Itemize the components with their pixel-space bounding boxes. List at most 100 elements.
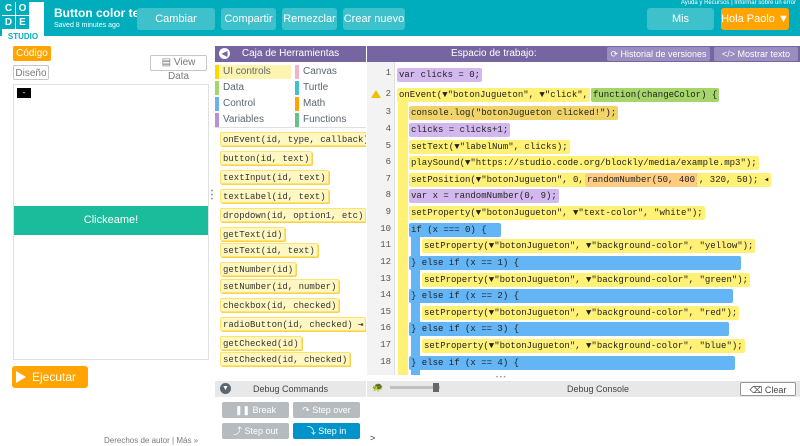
category-swatch xyxy=(295,81,299,95)
code-mode-toggle[interactable]: Código xyxy=(13,46,51,61)
block-checkbox[interactable]: checkbox(id, checked) xyxy=(220,298,340,312)
category-data[interactable]: Data xyxy=(215,81,291,95)
collapse-debug-icon[interactable]: ▼ xyxy=(220,383,231,394)
design-mode-toggle[interactable]: Diseño xyxy=(13,65,49,80)
boton-jugueton[interactable]: Clickeame! xyxy=(14,206,208,235)
code-line-6[interactable]: playSound(▼"https://studio.code.org/bloc… xyxy=(409,156,759,170)
block-getnumber[interactable]: getNumber(id) xyxy=(220,262,297,276)
line-number: 1 xyxy=(385,68,391,78)
show-text-button[interactable]: </> Mostrar texto xyxy=(714,47,798,61)
logo-letter-c: C xyxy=(2,2,15,15)
block-settext[interactable]: setText(id, text) xyxy=(220,243,318,257)
remix-button[interactable]: Remezclar xyxy=(282,8,337,30)
clear-console-button[interactable]: ⌫ Clear xyxy=(740,382,796,396)
step-out-button[interactable]: ⤴ Step out xyxy=(222,423,289,439)
onevent-block-bar xyxy=(398,98,408,375)
view-data-button[interactable]: ▤ View Data xyxy=(150,55,207,82)
category-ui-controls[interactable]: UI controls xyxy=(215,65,291,79)
code-line-7-random[interactable]: randomNumber(50, 400) xyxy=(585,173,703,187)
code-line-14-elseif[interactable]: } else if (x == 2) { xyxy=(409,289,733,303)
clear-label: Clear xyxy=(764,385,787,395)
code-line-7[interactable]: setPosition(▼"botonJugueton", 0, xyxy=(409,173,586,187)
workspace-header: Espacio de trabajo: ⟳ Historial de versi… xyxy=(367,46,800,62)
block-setnumber[interactable]: setNumber(id, number) xyxy=(220,279,340,293)
block-button[interactable]: button(id, text) xyxy=(220,151,313,165)
line-number: 17 xyxy=(380,340,391,350)
toolbox-title: Caja de Herramientas xyxy=(241,48,340,59)
code-line-2-onevent[interactable]: onEvent(▼"botonJugueton", ▼"click", xyxy=(397,88,591,102)
help-link[interactable]: Ayuda y Recursos | Informar sobre un err… xyxy=(681,0,796,6)
category-swatch xyxy=(215,65,219,79)
version-history-label: Historial de versiones xyxy=(620,49,707,59)
code-studio-logo[interactable]: C O D E STUDIO xyxy=(2,2,44,44)
category-variables[interactable]: Variables xyxy=(215,113,291,127)
block-onevent[interactable]: onEvent(id, type, callback) xyxy=(220,132,366,146)
code-line-13[interactable]: setProperty(▼"botonJugueton", ▼"backgrou… xyxy=(422,273,751,287)
database-icon: ▤ xyxy=(161,57,174,68)
code-line-9[interactable]: setProperty(▼"botonJugueton", ▼"text-col… xyxy=(409,206,705,220)
footer-links[interactable]: Derechos de autor | Más » xyxy=(104,436,198,445)
block-gettext[interactable]: getText(id) xyxy=(220,227,286,241)
category-label: Control xyxy=(223,98,256,109)
code-line-7-rest[interactable]: , 320, 50); ◂ xyxy=(697,173,772,187)
workspace-title: Espacio de trabajo: xyxy=(451,48,537,59)
code-line-10-if[interactable]: if (x === 0) { xyxy=(409,223,501,237)
category-label: Functions xyxy=(303,114,347,125)
block-radiobutton[interactable]: radioButton(id, checked) ⇥ xyxy=(220,317,366,331)
line-number: 18 xyxy=(380,357,391,367)
code-line-1[interactable]: var clicks = 0; xyxy=(397,68,483,82)
rename-button[interactable]: Cambiar nombre xyxy=(137,8,215,47)
break-button[interactable]: ❚❚ Break xyxy=(222,402,289,418)
step-in-label: Step in xyxy=(318,426,347,436)
category-math[interactable]: Math xyxy=(295,97,365,111)
block-dropdown[interactable]: dropdown(id, option1, etc) xyxy=(220,208,366,222)
run-button[interactable]: Ejecutar xyxy=(12,366,88,388)
logo-letter-e: E xyxy=(16,16,29,29)
code-line-3[interactable]: console.log("botonJugueton clicked!"); xyxy=(409,106,619,120)
line-number: 9 xyxy=(385,207,391,217)
category-canvas[interactable]: Canvas xyxy=(295,65,365,79)
code-line-2-function[interactable]: function(changeColor) { xyxy=(591,88,720,102)
line-number: 12 xyxy=(380,257,391,267)
category-functions[interactable]: Functions xyxy=(295,113,365,127)
console-prompt[interactable]: > xyxy=(370,433,375,443)
code-line-15[interactable]: setProperty(▼"botonJugueton", ▼"backgrou… xyxy=(422,306,740,320)
category-label: Turtle xyxy=(303,82,329,93)
app-preview-screen: - Clickeame! xyxy=(13,84,209,360)
my-projects-button[interactable]: Mis proyectos xyxy=(647,8,714,47)
category-swatch xyxy=(295,113,299,127)
saved-status: Saved 8 minutes ago xyxy=(54,22,120,29)
code-line-5[interactable]: setText(▼"labelNum", clicks); xyxy=(409,140,570,154)
category-control[interactable]: Control xyxy=(215,97,291,111)
line-number-gutter: 1 2 3 4 5 6 7 8 9 10 11 12 13 14 15 16 1… xyxy=(367,62,395,375)
share-button[interactable]: Compartir xyxy=(221,8,276,30)
line-number: 10 xyxy=(380,224,391,234)
code-line-18-elseif[interactable]: } else if (x == 4) { xyxy=(409,356,735,370)
block-getchecked[interactable]: getChecked(id) xyxy=(220,336,302,350)
code-line-12-elseif[interactable]: } else if (x == 1) { xyxy=(409,256,741,270)
category-label: UI controls xyxy=(223,66,271,77)
speed-slider-knob[interactable] xyxy=(433,383,439,392)
step-over-button[interactable]: ↷ Step over xyxy=(293,402,360,418)
collapse-toolbox-icon[interactable]: ◀ xyxy=(219,48,230,59)
create-new-button[interactable]: Crear nuevo xyxy=(343,8,405,30)
step-in-icon: ⤵ xyxy=(306,426,319,436)
code-line-17[interactable]: setProperty(▼"botonJugueton", ▼"backgrou… xyxy=(422,339,745,353)
code-editor[interactable]: 1 2 3 4 5 6 7 8 9 10 11 12 13 14 15 16 1… xyxy=(367,62,800,375)
line-number: 14 xyxy=(380,290,391,300)
user-menu-button[interactable]: Hola Paolo ▼ xyxy=(721,8,789,30)
code-line-16-elseif[interactable]: } else if (x == 3) { xyxy=(409,322,729,336)
code-line-4[interactable]: clicks = clicks+1; xyxy=(409,123,511,137)
code-line-11[interactable]: setProperty(▼"botonJugueton", ▼"backgrou… xyxy=(422,239,756,253)
step-in-button[interactable]: ⤵ Step in xyxy=(293,423,360,439)
version-history-button[interactable]: ⟳ Historial de versiones xyxy=(607,47,710,61)
code-line-8[interactable]: var x = randomNumber(0, 9); xyxy=(409,189,559,203)
break-label: Break xyxy=(252,405,277,415)
debug-console-output[interactable]: > xyxy=(367,397,800,446)
logo-letter-o: O xyxy=(16,2,29,15)
block-setchecked[interactable]: setChecked(id, checked) xyxy=(220,352,351,366)
block-textlabel[interactable]: textLabel(id, text) xyxy=(220,189,329,203)
project-title: Button color test xyxy=(54,6,150,20)
category-turtle[interactable]: Turtle xyxy=(295,81,365,95)
block-textinput[interactable]: textInput(id, text) xyxy=(220,170,329,184)
